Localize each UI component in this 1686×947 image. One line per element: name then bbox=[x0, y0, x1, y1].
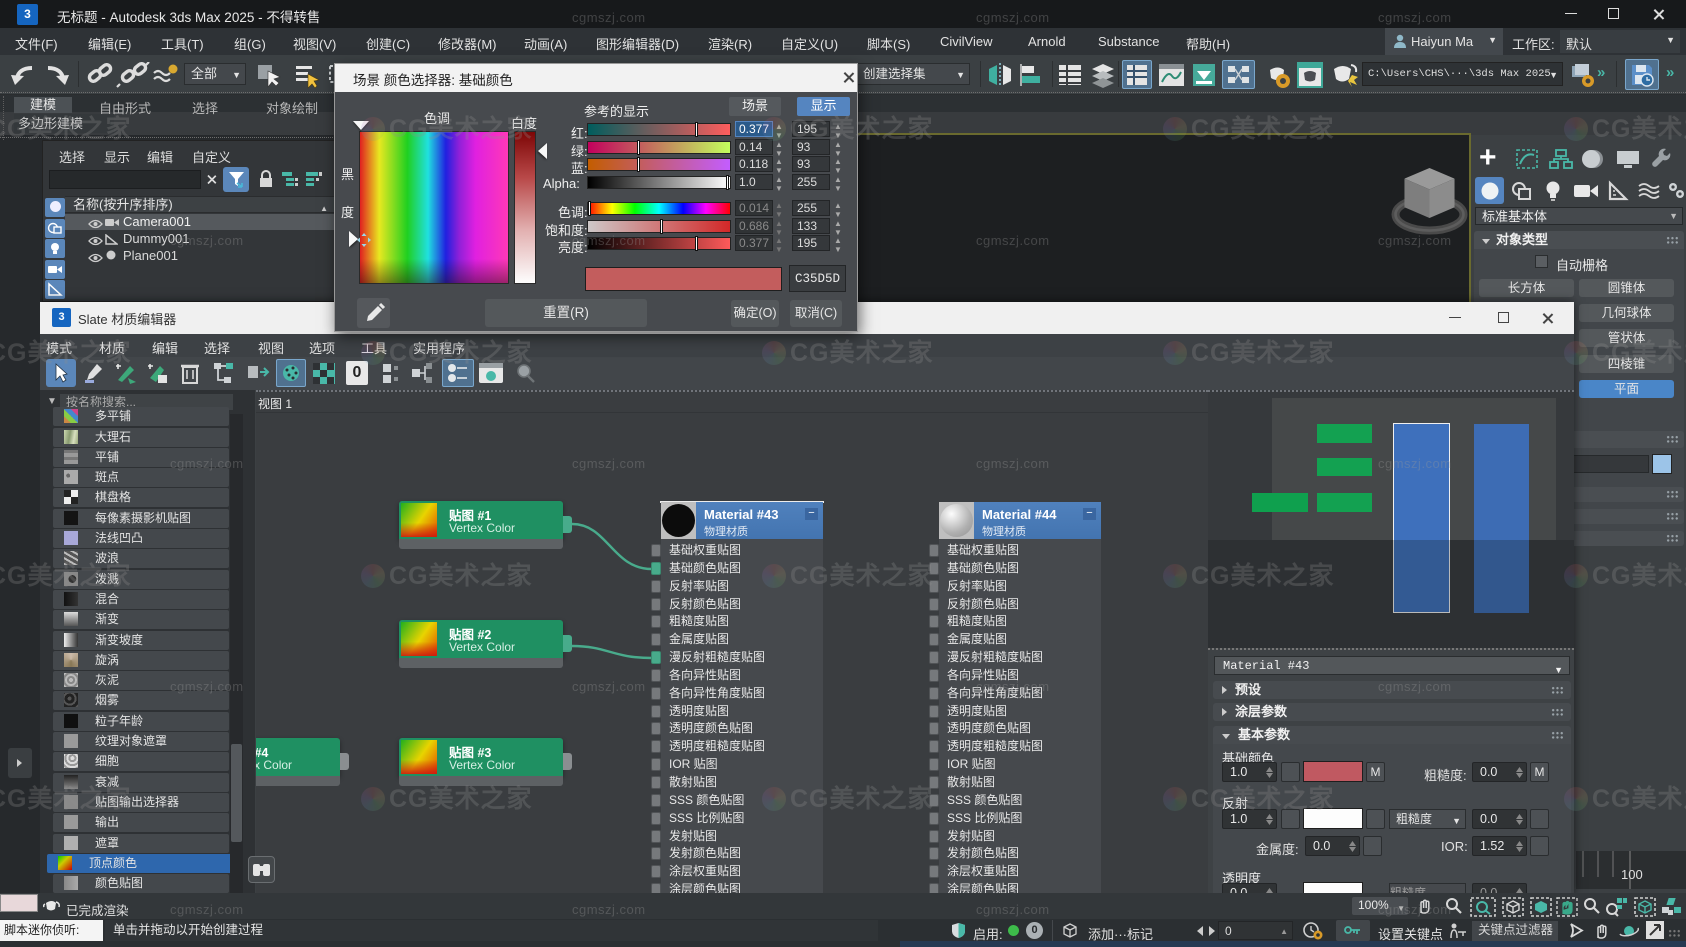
svg-text:100: 100 bbox=[1621, 867, 1643, 882]
